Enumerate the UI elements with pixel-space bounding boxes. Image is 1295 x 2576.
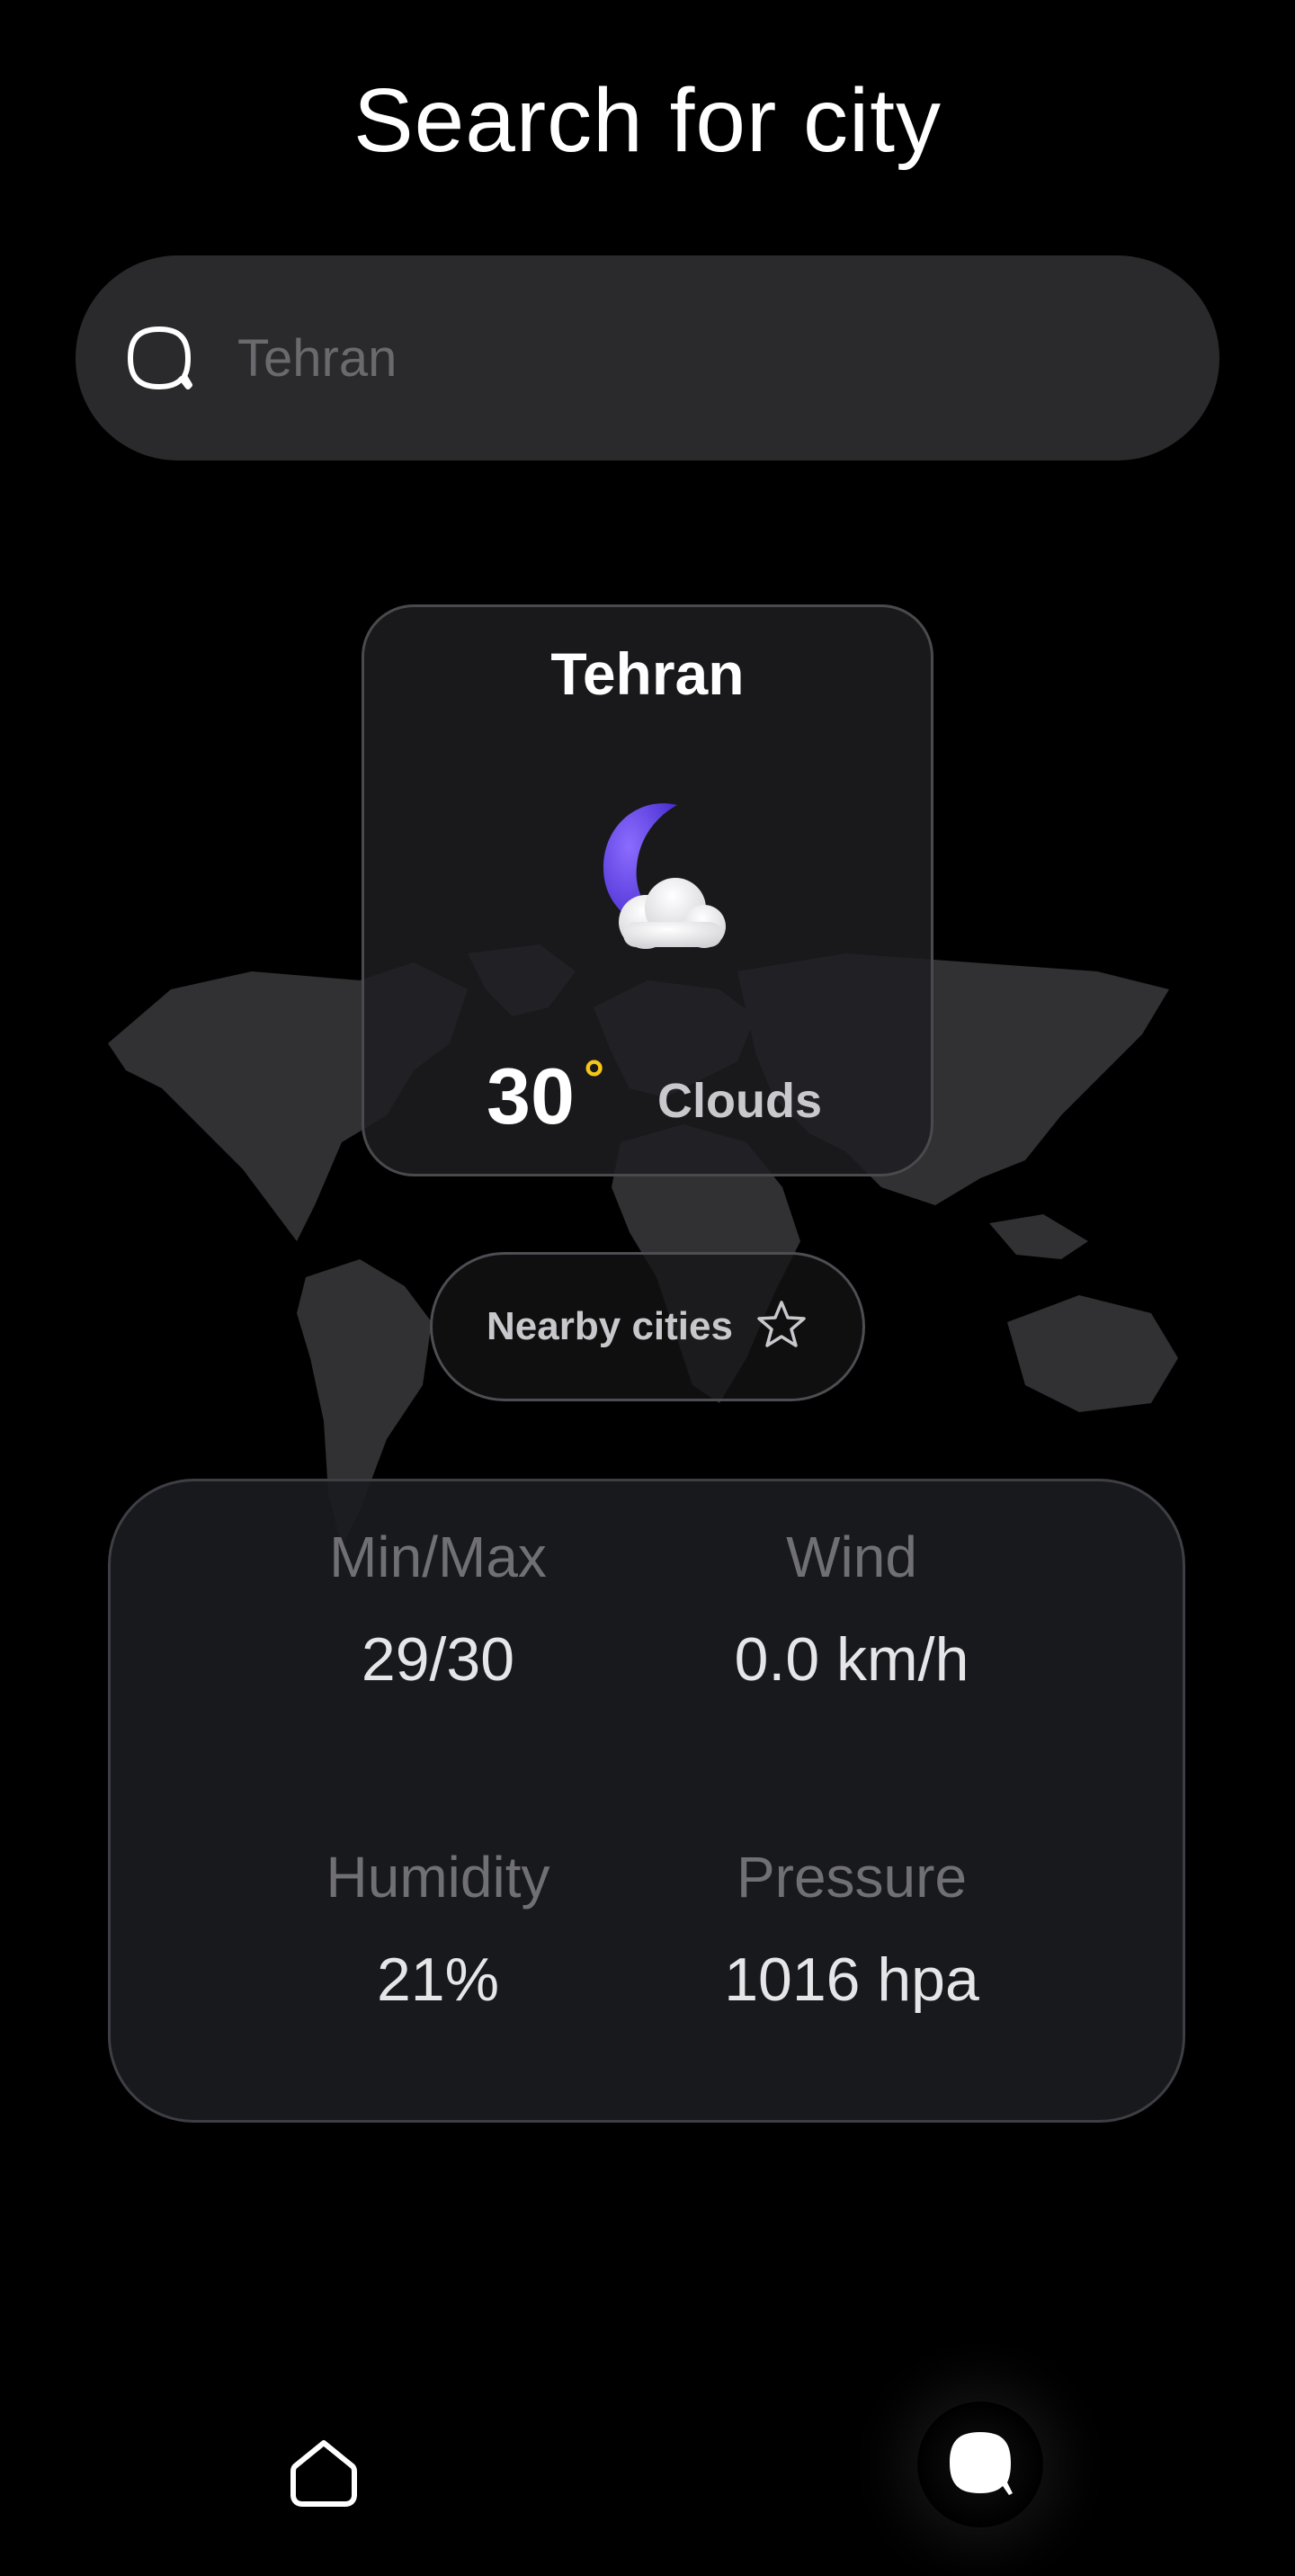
- stat-value: 0.0 km/h: [734, 1625, 969, 1694]
- search-input[interactable]: [236, 326, 1139, 389]
- stat-value: 1016 hpa: [724, 1945, 979, 2014]
- nearby-cities-button[interactable]: Nearby cities: [430, 1252, 865, 1401]
- home-icon: [288, 2436, 360, 2512]
- stat-value: 21%: [376, 1945, 500, 2014]
- temperature-value: 30: [487, 1051, 575, 1140]
- degree-symbol: °: [584, 1050, 605, 1108]
- star-icon: [755, 1298, 808, 1356]
- page-title: Search for city: [353, 70, 942, 171]
- weather-condition: Clouds: [657, 1074, 822, 1128]
- nearby-cities-label: Nearby cities: [487, 1304, 733, 1348]
- weather-stats-panel: Min/Max 29/30 Wind 0.0 km/h Humidity 21%…: [108, 1479, 1185, 2123]
- search-icon: [121, 319, 198, 397]
- city-weather-card[interactable]: Tehran 30 ° Clouds: [362, 604, 933, 1176]
- stat-min-max: Min/Max 29/30: [249, 1528, 627, 1690]
- stat-humidity: Humidity 21%: [249, 1848, 627, 2010]
- stat-label: Humidity: [326, 1845, 550, 1910]
- stat-pressure: Pressure 1016 hpa: [663, 1848, 1040, 2010]
- stat-value: 29/30: [361, 1625, 515, 1694]
- search-bar[interactable]: [76, 255, 1219, 461]
- moon-cloud-icon: [560, 787, 740, 967]
- bottom-navigation: [0, 2393, 1295, 2554]
- city-name: Tehran: [550, 640, 745, 707]
- stat-label: Wind: [786, 1525, 917, 1589]
- stat-wind: Wind 0.0 km/h: [663, 1528, 1040, 1690]
- stat-label: Min/Max: [329, 1525, 547, 1589]
- stat-label: Pressure: [736, 1845, 968, 1910]
- nav-search-button[interactable]: [917, 2402, 1043, 2527]
- nav-home-button[interactable]: [279, 2428, 369, 2518]
- search-icon: [944, 2427, 1016, 2503]
